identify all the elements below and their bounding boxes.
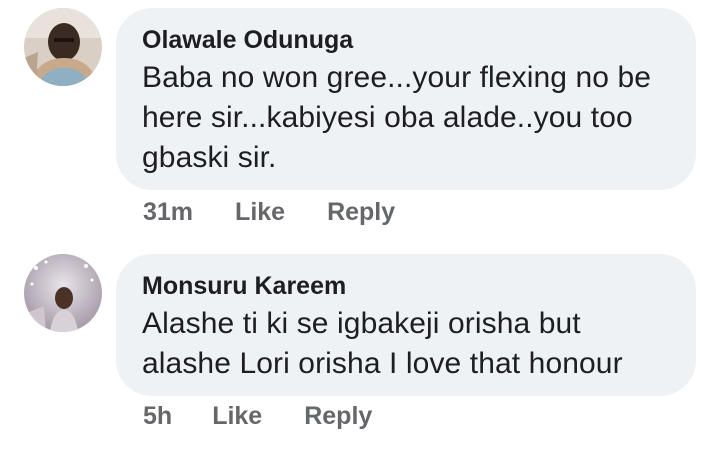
reply-button[interactable]: Reply <box>327 198 395 227</box>
avatar[interactable] <box>24 254 102 332</box>
comment-actions: 5h Like Reply <box>143 402 372 431</box>
comment-bubble: Olawale Odunuga Baba no won gree...your … <box>116 8 696 190</box>
reply-button[interactable]: Reply <box>304 402 372 431</box>
comment-author[interactable]: Monsuru Kareem <box>142 272 670 300</box>
comment-author[interactable]: Olawale Odunuga <box>142 26 670 54</box>
comment-timestamp[interactable]: 31m <box>143 198 193 227</box>
comment-text-line: Baba no won gree...your flexing no be <box>142 61 652 94</box>
comment-timestamp[interactable]: 5h <box>143 402 172 431</box>
avatar-photo <box>24 8 102 86</box>
comment-text-line: alashe Lori orisha I love that honour <box>142 347 623 380</box>
comment-text-line: Alashe ti ki se igbakeji orisha but <box>142 307 581 340</box>
avatar-photo <box>24 254 102 332</box>
comment-actions: 31m Like Reply <box>143 198 395 227</box>
like-button[interactable]: Like <box>212 402 262 431</box>
comment-text-line: gbaski sir. <box>142 141 277 174</box>
avatar[interactable] <box>24 8 102 86</box>
like-button[interactable]: Like <box>235 198 285 227</box>
comment-text-line: here sir...kabiyesi oba alade..you too <box>142 101 633 134</box>
comment-bubble: Monsuru Kareem Alashe ti ki se igbakeji … <box>116 254 696 396</box>
